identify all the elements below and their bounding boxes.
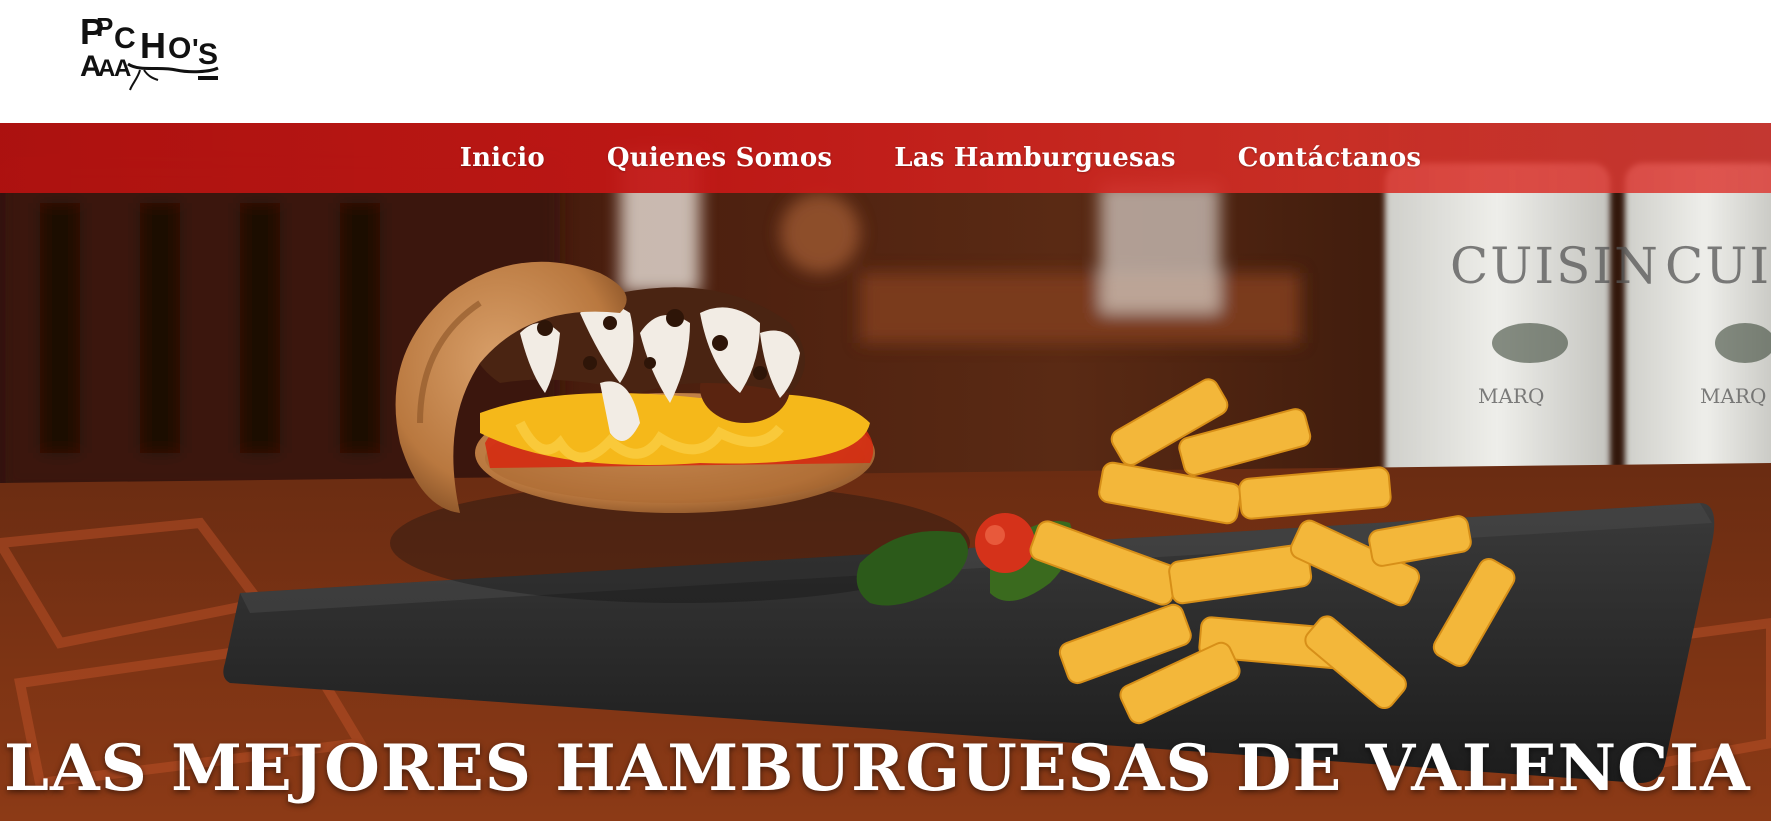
- papachos-logo-icon: P P A A A C H O ' S: [80, 11, 219, 91]
- main-nav: Inicio Quienes Somos Las Hamburguesas Co…: [0, 123, 1771, 193]
- svg-text:MARQ: MARQ: [1478, 384, 1544, 408]
- svg-text:CUISIN: CUISIN: [1665, 237, 1771, 295]
- svg-text:C: C: [114, 22, 136, 55]
- site-logo[interactable]: P P A A A C H O ' S: [80, 6, 220, 92]
- svg-text:S: S: [198, 38, 218, 71]
- nav-item-quienes-somos[interactable]: Quienes Somos: [607, 143, 832, 173]
- burger-photo: CUISIN CUISIN MARQ MARQ: [0, 123, 1771, 821]
- nav-item-las-hamburguesas[interactable]: Las Hamburguesas: [894, 143, 1175, 173]
- svg-text:A: A: [114, 55, 131, 82]
- svg-text:A: A: [98, 55, 115, 82]
- svg-text:O: O: [168, 32, 191, 65]
- svg-text:P: P: [96, 12, 113, 42]
- svg-text:H: H: [140, 25, 166, 66]
- nav-list: Inicio Quienes Somos Las Hamburguesas Co…: [460, 143, 1422, 173]
- svg-text:MARQ: MARQ: [1700, 384, 1766, 408]
- hero-banner: CUISIN CUISIN MARQ MARQ: [0, 123, 1771, 821]
- nav-item-contactanos[interactable]: Contáctanos: [1238, 143, 1422, 173]
- nav-item-inicio[interactable]: Inicio: [460, 143, 545, 173]
- hero-headline: LAS MEJORES HAMBURGUESAS DE VALENCIA: [4, 731, 1751, 806]
- site-header: P P A A A C H O ' S: [0, 0, 1771, 123]
- svg-text:CUISIN: CUISIN: [1450, 237, 1660, 295]
